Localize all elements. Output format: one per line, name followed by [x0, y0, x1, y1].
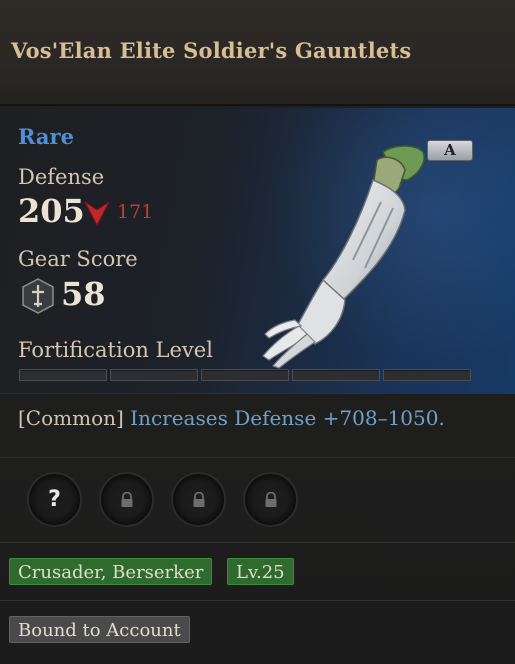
effect-line: [Common] Increases Defense +708–1050.	[18, 406, 445, 430]
divider	[0, 542, 515, 543]
defense-label: Defense	[18, 165, 105, 189]
decrease-arrow-icon	[84, 201, 110, 227]
defense-value: 205	[18, 192, 85, 230]
effect-text: Increases Defense +708–1050.	[130, 406, 445, 430]
item-rarity: Rare	[18, 124, 74, 149]
divider	[0, 600, 515, 601]
fortification-segment	[19, 369, 107, 381]
class-requirement-tag: Crusader, Berserker	[9, 558, 213, 585]
socket-locked[interactable]	[99, 472, 154, 527]
socket-locked[interactable]	[243, 472, 298, 527]
fortification-segment	[383, 369, 471, 381]
tooltip-header: Vos'Elan Elite Soldier's Gauntlets	[0, 0, 515, 106]
gear-score-icon	[22, 278, 54, 314]
effect-rarity-tag: [Common]	[18, 406, 124, 430]
fortification-segment	[292, 369, 380, 381]
lock-icon	[193, 491, 204, 507]
divider	[0, 457, 515, 458]
binding-tag: Bound to Account	[9, 616, 190, 643]
gear-score-label: Gear Score	[18, 247, 138, 271]
level-requirement-tag: Lv.25	[227, 558, 294, 585]
socket-row: ?	[27, 472, 298, 527]
fortification-label: Fortification Level	[18, 338, 213, 362]
gauntlet-image	[262, 145, 425, 369]
question-icon: ?	[48, 487, 61, 512]
grade-badge: A	[427, 140, 473, 161]
lock-icon	[121, 491, 132, 507]
fortification-segment	[201, 369, 289, 381]
fortification-segment	[110, 369, 198, 381]
socket-locked[interactable]	[171, 472, 226, 527]
lock-icon	[265, 491, 276, 507]
fortification-bar	[19, 369, 471, 381]
gear-score-value: 58	[61, 275, 106, 313]
defense-diff: 171	[117, 201, 154, 223]
divider	[0, 393, 515, 394]
item-tooltip: Vos'Elan Elite Soldier's Gauntlets A Rar…	[0, 0, 515, 664]
socket-empty[interactable]: ?	[27, 472, 82, 527]
item-name: Vos'Elan Elite Soldier's Gauntlets	[11, 38, 412, 63]
